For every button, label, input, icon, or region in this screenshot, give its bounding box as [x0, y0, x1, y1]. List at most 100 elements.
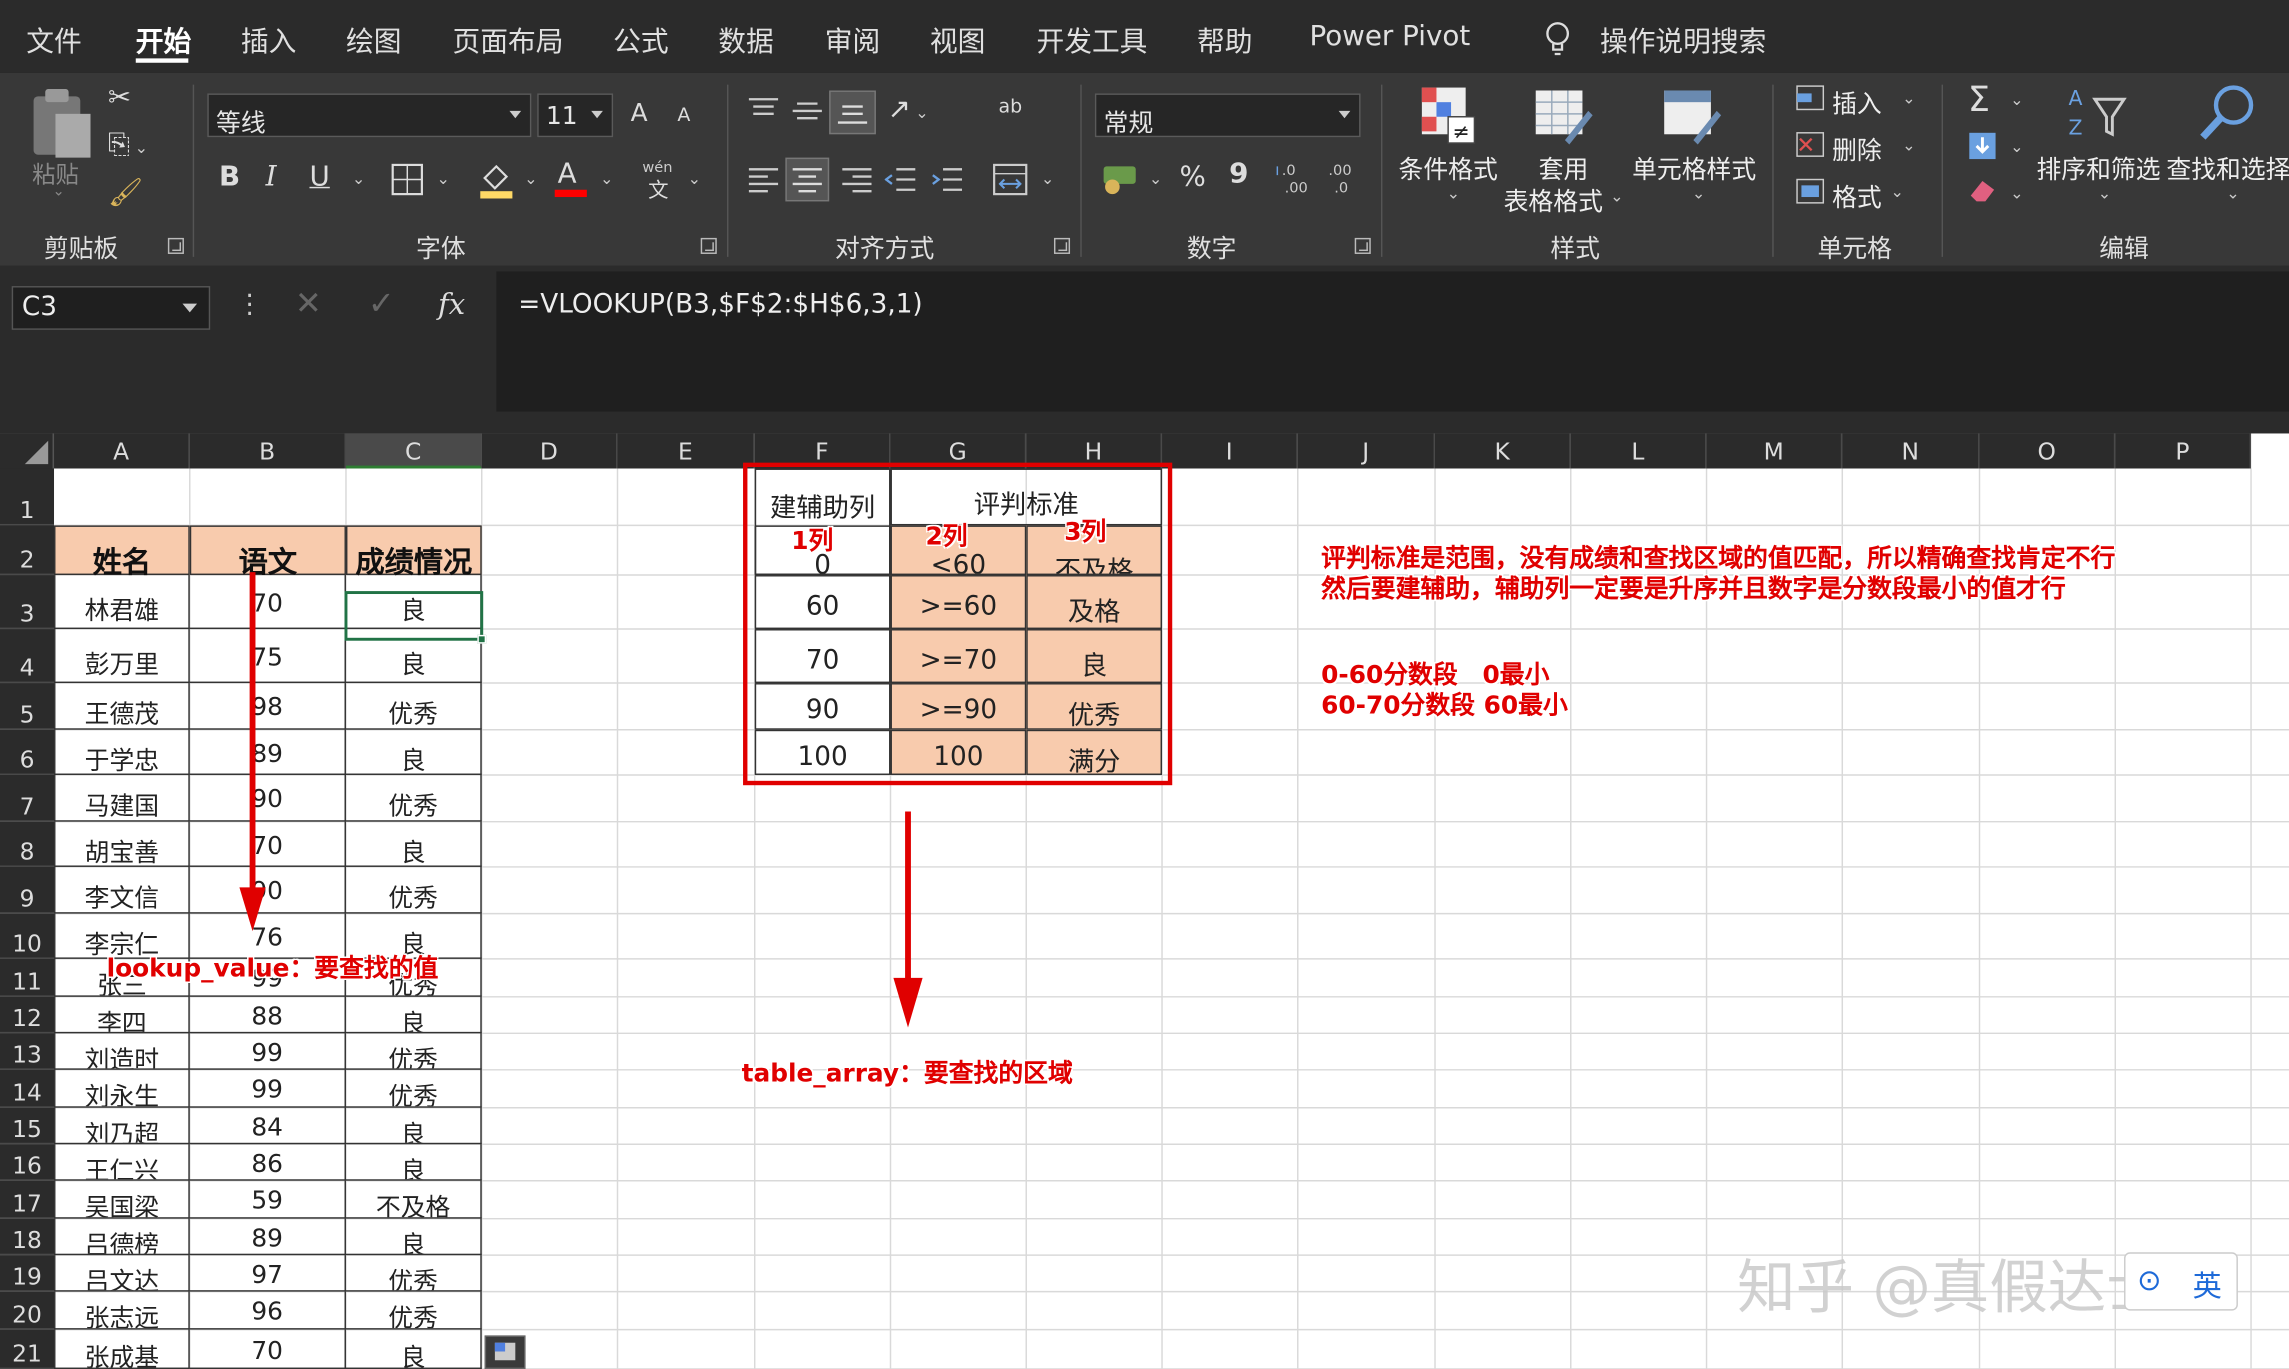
grade-cell[interactable]: 优秀: [345, 866, 482, 914]
cut-icon[interactable]: ✂: [108, 82, 131, 114]
accounting-format-icon[interactable]: [1101, 161, 1139, 196]
autosum-icon[interactable]: Σ: [1968, 79, 1990, 120]
score-cell[interactable]: 99: [189, 1069, 346, 1108]
sort-filter-chevron-icon[interactable]: ⌄: [2098, 184, 2111, 203]
ime-toolbar[interactable]: ⊙ 英: [2124, 1252, 2238, 1311]
accounting-chevron-icon[interactable]: ⌄: [1149, 169, 1162, 188]
alignment-launcher-icon[interactable]: [1053, 237, 1071, 254]
delete-chevron-icon[interactable]: ⌄: [1902, 136, 1915, 155]
clear-chevron-icon[interactable]: ⌄: [2010, 184, 2023, 203]
conditional-format-chevron-icon[interactable]: ⌄: [1447, 184, 1460, 203]
row-header-9[interactable]: 9: [0, 866, 55, 914]
table-header-cell[interactable]: 姓名: [54, 525, 190, 579]
merge-center-icon[interactable]: [993, 163, 1028, 196]
row-number[interactable]: 6: [0, 746, 54, 774]
underline-chevron-icon[interactable]: ⌄: [352, 169, 365, 188]
column-header-k[interactable]: K: [1435, 433, 1571, 469]
conditional-format-icon[interactable]: ≠: [1419, 85, 1477, 146]
copy-icon[interactable]: ⎘ ⌄: [108, 128, 148, 160]
name-cell[interactable]: 刘乃超: [54, 1107, 190, 1145]
row-header-11[interactable]: 11: [0, 958, 55, 997]
bold-button[interactable]: B: [219, 161, 240, 193]
delete-cells-icon[interactable]: [1796, 131, 1825, 157]
conditional-format-label[interactable]: 条件格式: [1399, 149, 1498, 185]
tab-data[interactable]: 数据: [718, 20, 773, 59]
row-header-2[interactable]: 2: [0, 525, 55, 576]
phonetic-guide-icon[interactable]: 文: [648, 175, 668, 204]
column-header-j[interactable]: J: [1297, 433, 1436, 469]
wrap-text-icon[interactable]: ab: [999, 96, 1023, 118]
table-header-cell[interactable]: 成绩情况: [345, 525, 482, 579]
cell-styles-chevron-icon[interactable]: ⌄: [1692, 184, 1705, 203]
name-cell[interactable]: 刘造时: [54, 1033, 190, 1070]
name-cell[interactable]: 于学忠: [54, 729, 190, 775]
fill-color-icon[interactable]: [479, 161, 514, 199]
increase-decimal-icon[interactable]: .0.00: [1276, 161, 1314, 196]
insert-chevron-icon[interactable]: ⌄: [1902, 89, 1915, 108]
name-cell[interactable]: 吕文达: [54, 1255, 190, 1292]
score-cell[interactable]: 90: [189, 774, 346, 822]
grade-cell[interactable]: 优秀: [345, 774, 482, 822]
font-color-chevron-icon[interactable]: ⌄: [600, 169, 613, 188]
score-cell[interactable]: 89: [189, 729, 346, 775]
name-box-chevron-icon[interactable]: [182, 303, 198, 313]
grade-cell[interactable]: 良: [345, 821, 482, 867]
grow-font-button[interactable]: A: [631, 99, 648, 128]
align-right-icon[interactable]: [841, 166, 873, 193]
italic-button[interactable]: I: [266, 161, 277, 193]
fill-chevron-icon[interactable]: ⌄: [2010, 137, 2023, 156]
name-cell[interactable]: 吴国梁: [54, 1180, 190, 1219]
row-header-17[interactable]: 17: [0, 1180, 55, 1219]
delete-cells-label[interactable]: 删除: [1832, 130, 1882, 166]
row-number[interactable]: 9: [0, 884, 54, 912]
percent-button[interactable]: %: [1180, 161, 1206, 193]
column-header-o[interactable]: O: [1979, 433, 2116, 469]
sort-filter-label[interactable]: 排序和筛选: [2036, 149, 2160, 185]
format-as-table-chevron-icon[interactable]: ⌄: [1610, 187, 1623, 206]
number-launcher-icon[interactable]: [1354, 237, 1371, 254]
tab-help[interactable]: 帮助: [1197, 20, 1252, 59]
number-format-combo[interactable]: 常规: [1094, 93, 1361, 139]
grade-cell[interactable]: 优秀: [345, 1291, 482, 1330]
table-header-cell[interactable]: 语文: [189, 525, 346, 579]
row-number[interactable]: 3: [0, 600, 54, 628]
column-header-d[interactable]: D: [481, 433, 618, 469]
grade-cell[interactable]: 良: [345, 1107, 482, 1145]
quick-analysis-button[interactable]: [484, 1335, 526, 1369]
row-number[interactable]: 16: [0, 1152, 54, 1180]
row-header-18[interactable]: 18: [0, 1218, 55, 1256]
grade-cell[interactable]: 良: [345, 996, 482, 1034]
format-chevron-icon[interactable]: ⌄: [1890, 182, 1903, 201]
row-number[interactable]: 8: [0, 838, 54, 866]
grade-cell[interactable]: 优秀: [345, 683, 482, 730]
select-all-corner[interactable]: [0, 433, 55, 469]
cell-styles-label[interactable]: 单元格样式: [1632, 149, 1756, 185]
underline-button[interactable]: U: [309, 161, 329, 193]
autosum-chevron-icon[interactable]: ⌄: [2010, 90, 2023, 109]
row-number[interactable]: 17: [0, 1189, 54, 1217]
format-as-table-line1[interactable]: 套用: [1539, 149, 1589, 185]
border-chevron-icon[interactable]: ⌄: [436, 169, 449, 188]
score-cell[interactable]: 98: [189, 683, 346, 730]
ime-icon[interactable]: ⊙: [2137, 1262, 2161, 1297]
row-header-14[interactable]: 14: [0, 1069, 55, 1108]
align-center-button[interactable]: [785, 157, 830, 202]
row-header-12[interactable]: 12: [0, 996, 55, 1034]
column-header-b[interactable]: B: [189, 433, 346, 469]
row-number[interactable]: 20: [0, 1300, 54, 1328]
find-select-label[interactable]: 查找和选择: [2166, 149, 2289, 185]
find-select-chevron-icon[interactable]: ⌄: [2226, 184, 2239, 203]
score-cell[interactable]: 84: [189, 1107, 346, 1145]
insert-cells-icon[interactable]: [1796, 85, 1825, 111]
score-cell[interactable]: 97: [189, 1255, 346, 1292]
row-header-10[interactable]: 10: [0, 913, 55, 959]
tab-page-layout[interactable]: 页面布局: [453, 20, 564, 59]
row-header-16[interactable]: 16: [0, 1144, 55, 1181]
column-header-i[interactable]: I: [1162, 433, 1298, 469]
row-header-6[interactable]: 6: [0, 729, 55, 775]
grade-cell[interactable]: 良: [345, 1329, 482, 1369]
paste-chevron-icon[interactable]: ⌄: [53, 184, 65, 200]
row-number[interactable]: 18: [0, 1226, 54, 1254]
row-header-8[interactable]: 8: [0, 821, 55, 867]
name-cell[interactable]: 彭万里: [54, 629, 190, 684]
